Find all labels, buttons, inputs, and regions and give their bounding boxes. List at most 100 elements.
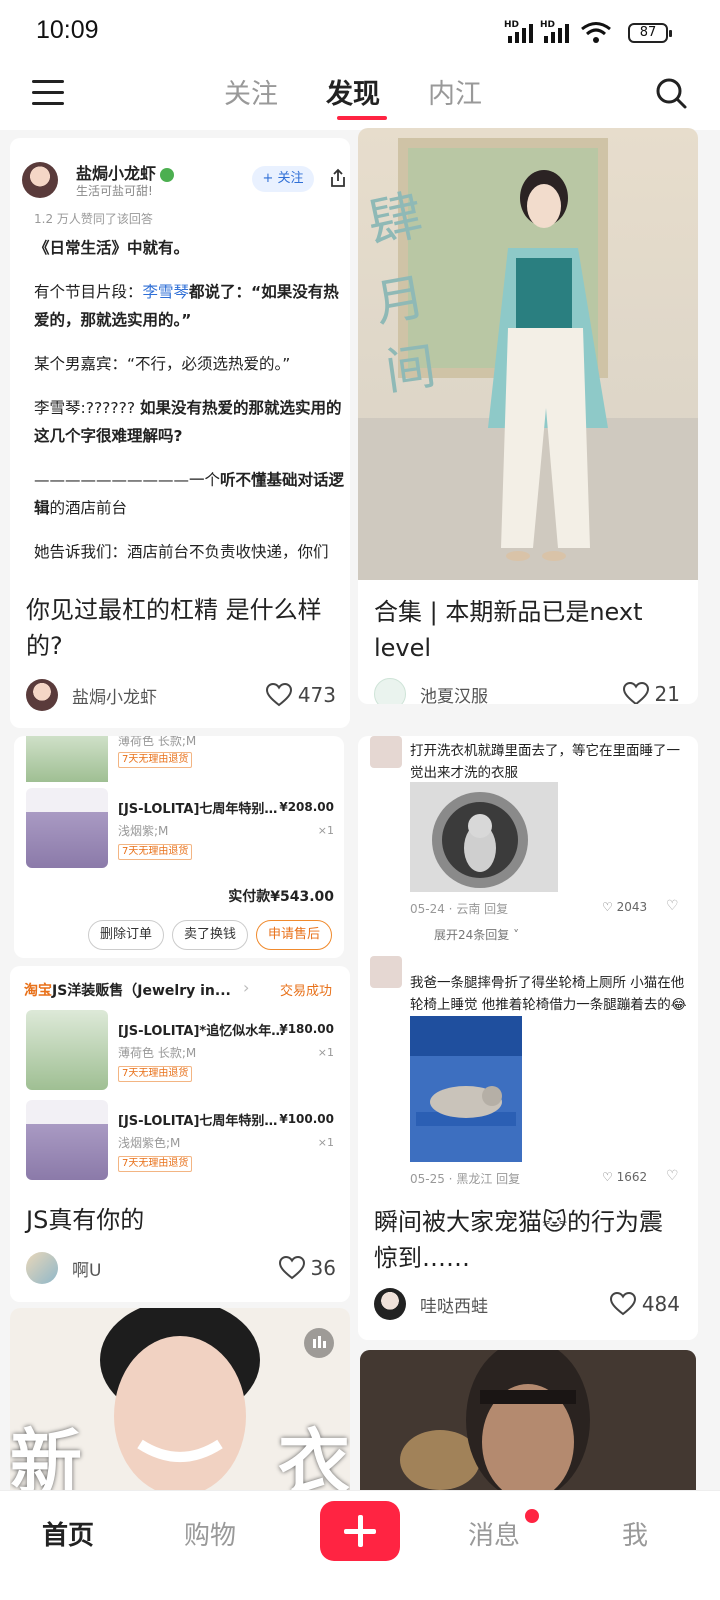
feed-card[interactable] <box>360 1350 696 1490</box>
heart-icon <box>265 683 292 707</box>
tab-follow[interactable]: 关注 <box>224 72 278 111</box>
like-count: 21 <box>654 682 680 704</box>
order-status: 交易成功 <box>279 984 332 999</box>
status-bar: 10:09 HD HD 87 <box>0 0 720 62</box>
author-row: 盐焗小龙虾 473 <box>26 679 336 715</box>
nav-messages[interactable]: 消息 <box>468 1515 520 1552</box>
order-qty: ×1 <box>317 1046 334 1059</box>
agree-count: 1.2 万人赞同了该回答 <box>34 212 153 226</box>
avatar[interactable] <box>370 956 402 988</box>
person-link[interactable]: 李雪琴 <box>143 283 190 301</box>
dislike-icon[interactable]: ♡ <box>666 898 679 914</box>
create-post-button[interactable] <box>320 1501 400 1561</box>
avatar[interactable] <box>374 1288 406 1320</box>
comment-text: 我爸一条腿摔骨折了得坐轮椅上厕所 小猫在他轮椅上睡觉 他推着轮椅借力一条腿蹦着去… <box>410 975 687 1013</box>
comment-meta: 05-24 · 云南 回复 <box>410 902 509 916</box>
like-count: 36 <box>310 1256 336 1280</box>
author-name[interactable]: 啊U <box>72 1256 101 1281</box>
expand-replies[interactable]: 展开24条回复 ˅ <box>434 926 519 943</box>
heart-icon <box>278 1256 305 1280</box>
avatar[interactable] <box>26 679 58 711</box>
app-root: 10:09 HD HD 87 关注 发现 内江 盐焗小龙虾 生活可盐可甜! + <box>0 0 720 1600</box>
comment-image <box>410 1016 522 1162</box>
cover-text: 新 <box>10 1421 83 1490</box>
answer-body: 《日常生活》中就有。 有个节目片段：李雪琴都说了：“如果没有热爱的，那就选实用的… <box>34 234 350 582</box>
order-name: [JS-LOLITA]*追忆似水年华*... <box>118 1024 290 1039</box>
answer-text: 的酒店前台 <box>49 499 128 517</box>
answer-text: ——————————一个 <box>34 471 221 489</box>
feed-card[interactable]: 淘宝JS洋装贩售（Jewelry in... › 交易成功 [JS-LOLITA… <box>10 966 350 1302</box>
tab-local[interactable]: 内江 <box>428 72 482 111</box>
top-nav: 关注 发现 内江 <box>0 62 720 130</box>
delete-order-button[interactable]: 删除订单 <box>88 920 164 950</box>
cover-text: 衣 <box>278 1421 350 1490</box>
feed-card[interactable]: 打开洗衣机就蹲里面去了，等它在里面睡了一觉出来才洗的衣服 05-24 · 云南 … <box>358 736 698 1340</box>
feed-card[interactable]: 新 衣 <box>10 1308 350 1490</box>
author-row: 池夏汉服 21 <box>374 678 680 704</box>
battery-indicator: 87 <box>628 23 672 43</box>
cover-image: 肆 月 间 <box>358 128 698 580</box>
like-button[interactable]: 484 <box>609 1288 680 1320</box>
feed-card[interactable]: 薄荷色 长款;M 7天无理由退货 [JS-LOLITA]七周年特别款 ... ¥… <box>14 736 344 958</box>
product-thumb <box>26 1010 108 1090</box>
order-spec: 薄荷色 长款;M <box>118 1046 197 1060</box>
avatar[interactable] <box>370 736 402 768</box>
resell-button[interactable]: 卖了换钱 <box>172 920 248 950</box>
author-name[interactable]: 盐焗小龙虾 <box>72 683 157 708</box>
answer-text: 她告诉我们：酒店前台不负责收快递，你们 <box>34 543 329 561</box>
author-name[interactable]: 哇哒西蛙 <box>420 1292 488 1317</box>
order-spec: 薄荷色 长款;M <box>118 736 197 748</box>
bottom-nav: 首页 购物 消息 我 <box>0 1490 720 1600</box>
comment-like[interactable]: ♡ 1662 <box>602 1170 647 1184</box>
order-item[interactable]: [JS-LOLITA]七周年特别款 ... ¥208.00 浅烟紫;M ×1 7… <box>14 788 344 874</box>
avatar[interactable] <box>26 1252 58 1284</box>
order-price: ¥180.00 <box>279 1022 334 1036</box>
dislike-icon[interactable]: ♡ <box>666 1168 679 1184</box>
avatar[interactable] <box>22 162 58 198</box>
avatar[interactable] <box>374 678 406 704</box>
order-total: 实付款¥543.00 <box>228 889 334 905</box>
like-button[interactable]: 21 <box>622 678 680 704</box>
verified-badge-icon <box>160 167 175 182</box>
order-spec: 浅烟紫;M <box>118 824 169 838</box>
product-thumb <box>26 788 108 868</box>
shop-name[interactable]: 淘宝JS洋装贩售（Jewelry in... <box>24 980 248 1000</box>
product-thumb <box>26 1100 108 1180</box>
post-title[interactable]: JS真有你的 <box>26 1202 336 1238</box>
author-name[interactable]: 池夏汉服 <box>420 682 488 704</box>
active-tab-indicator <box>337 116 387 120</box>
order-tag: 7天无理由退货 <box>118 844 193 860</box>
nav-home[interactable]: 首页 <box>42 1515 94 1552</box>
signal-icon <box>544 24 569 43</box>
heart-icon <box>609 1292 636 1316</box>
author-row: 哇哒西蛙 484 <box>374 1288 680 1324</box>
share-icon[interactable] <box>328 168 348 188</box>
answerer-name[interactable]: 盐焗小龙虾 <box>76 160 175 184</box>
nav-shopping[interactable]: 购物 <box>184 1515 236 1552</box>
like-count: 484 <box>641 1292 680 1316</box>
post-title[interactable]: 合集 | 本期新品已是next level <box>374 594 684 666</box>
signal-icon <box>508 24 533 43</box>
order-item[interactable]: [JS-LOLITA]*追忆似水年华*... ¥180.00 薄荷色 长款;M … <box>14 1010 344 1096</box>
after-sales-button[interactable]: 申请售后 <box>256 920 332 950</box>
like-button[interactable]: 36 <box>278 1252 336 1284</box>
nav-me[interactable]: 我 <box>622 1515 648 1552</box>
notification-dot <box>525 1509 539 1523</box>
order-item[interactable]: [JS-LOLITA]七周年特别款 ... ¥100.00 浅烟紫色;M ×1 … <box>14 1100 344 1186</box>
post-title[interactable]: 你见过最杠的杠精 是什么样的? <box>26 592 336 664</box>
feed-card[interactable]: 盐焗小龙虾 生活可盐可甜! + 关注 1.2 万人赞同了该回答 《日常生活》中就… <box>10 138 350 728</box>
product-thumb <box>26 736 108 782</box>
post-title[interactable]: 瞬间被大家宠猫🐱的行为震惊到…… <box>374 1204 684 1276</box>
answer-text: 有个节目片段： <box>34 283 143 301</box>
order-tag: 7天无理由退货 <box>118 1156 193 1172</box>
follow-button[interactable]: + 关注 <box>252 166 314 192</box>
order-spec: 浅烟紫色;M <box>118 1136 181 1150</box>
answer-text: 某个男嘉宾：“不行，必须选热爱的。” <box>34 355 291 373</box>
menu-icon[interactable] <box>32 80 64 106</box>
feed-card[interactable]: 肆 月 间 合集 | 本期新品已是next level 池夏汉服 21 <box>358 128 698 704</box>
search-icon[interactable] <box>654 76 688 110</box>
cover-image <box>360 1350 696 1490</box>
like-button[interactable]: 473 <box>265 679 336 711</box>
tab-discover[interactable]: 发现 <box>326 72 380 111</box>
comment-like[interactable]: ♡ 2043 <box>602 900 647 914</box>
